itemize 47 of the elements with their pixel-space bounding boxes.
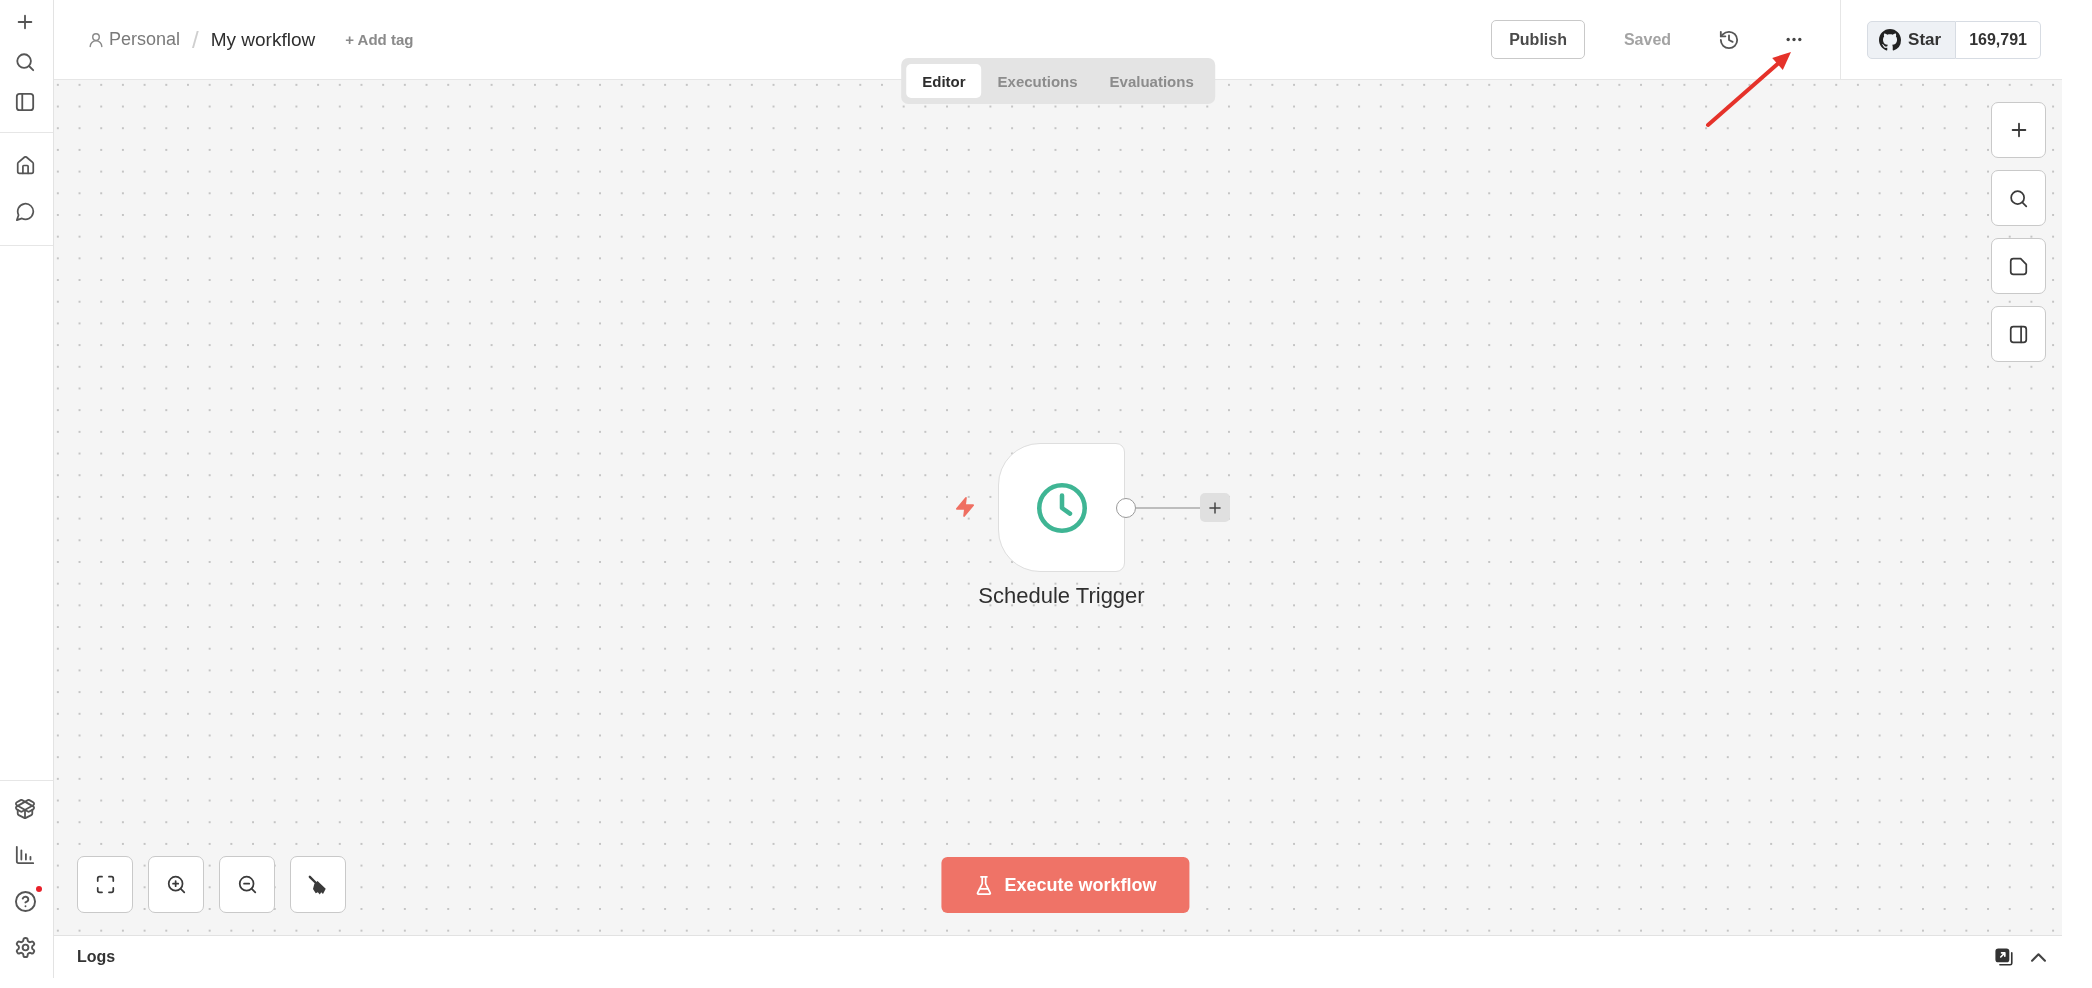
person-icon (88, 31, 104, 48)
workflow-name[interactable]: My workflow (210, 28, 316, 51)
home-icon[interactable] (15, 155, 35, 175)
settings-icon[interactable] (14, 936, 36, 958)
breadcrumb-separator: / (192, 25, 199, 54)
node-label: Schedule Trigger (978, 583, 1145, 609)
lightning-icon (956, 497, 974, 517)
logs-title: Logs (77, 948, 116, 966)
fit-view-button[interactable] (77, 856, 133, 913)
tidy-up-button[interactable] (290, 856, 346, 913)
zoom-in-icon (166, 875, 186, 894)
view-tab[interactable]: Editor (906, 64, 982, 98)
add-node-button[interactable] (1200, 493, 1230, 522)
chat-bubble-icon[interactable] (15, 201, 35, 221)
star-count[interactable]: 169,791 (1956, 20, 2041, 59)
chevron-up-icon[interactable] (2031, 952, 2046, 962)
panel-icon[interactable] (15, 92, 35, 112)
save-status: Saved (1623, 30, 1672, 49)
open-box-icon[interactable] (15, 799, 35, 819)
panel-toggle-button[interactable] (1991, 306, 2046, 362)
search-button[interactable] (1991, 170, 2046, 226)
github-star-button[interactable]: Star (1867, 20, 1957, 59)
brush-icon (308, 874, 328, 895)
panel-icon (2009, 324, 2028, 344)
search-icon (2009, 188, 2028, 208)
search-icon[interactable] (15, 52, 35, 72)
more-icon[interactable] (1785, 37, 1804, 42)
fullscreen-icon (95, 875, 115, 894)
connector-line (1136, 507, 1200, 509)
bar-chart-icon[interactable] (15, 845, 35, 865)
plus-icon[interactable] (15, 12, 35, 32)
plus-icon (1207, 499, 1223, 516)
github-icon (1879, 28, 1902, 51)
help-icon[interactable] (14, 890, 36, 912)
zoom-out-button[interactable] (219, 856, 275, 913)
sticky-note-button[interactable] (1991, 238, 2046, 294)
publish-button[interactable]: Publish (1491, 20, 1585, 59)
node-card[interactable] (998, 443, 1125, 572)
project-link[interactable]: Personal (88, 29, 181, 50)
note-icon (2009, 256, 2028, 276)
zoom-out-icon (237, 875, 257, 894)
clock-icon (1036, 482, 1087, 533)
zoom-in-button[interactable] (148, 856, 204, 913)
output-handle[interactable] (1116, 498, 1136, 518)
history-icon[interactable] (1719, 29, 1740, 50)
flask-icon (974, 875, 994, 895)
popout-icon[interactable] (1995, 948, 2013, 966)
